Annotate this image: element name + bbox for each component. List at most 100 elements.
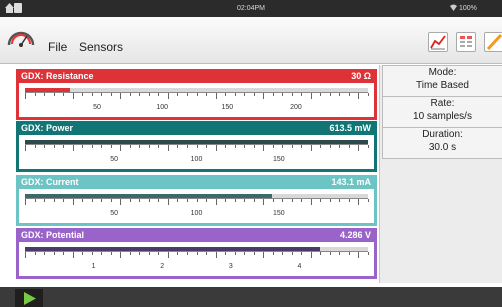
tick-label: 150	[221, 104, 234, 111]
scale-tick	[329, 199, 331, 202]
scale-tick	[358, 252, 360, 258]
scale-tick	[348, 93, 350, 96]
gauge-body: 50 100 150 200	[16, 83, 377, 120]
scale-tick	[82, 252, 84, 255]
scale-tick	[177, 93, 179, 96]
scale-tick	[225, 145, 227, 148]
scale-tick	[63, 252, 65, 255]
graph-view-button[interactable]	[428, 32, 448, 52]
scale-tick	[291, 145, 293, 148]
scale-tick	[177, 199, 179, 202]
scale-tick	[167, 252, 169, 258]
gauge-tick-labels: 50 100 150	[25, 210, 368, 220]
scale-tick	[196, 199, 198, 202]
home-icon[interactable]	[5, 3, 14, 13]
scale-tick	[72, 145, 74, 151]
scale-tick	[120, 199, 122, 205]
scale-tick	[339, 199, 341, 202]
scale-tick	[310, 145, 312, 151]
status-bar: 02:04PM 100%	[0, 0, 502, 17]
scale-tick	[320, 93, 322, 96]
gauge-name: GDX: Resistance	[21, 71, 94, 81]
scale-tick	[263, 252, 265, 258]
scale-tick	[272, 252, 274, 255]
tick-label: 1	[91, 263, 96, 270]
gauge-header: GDX: Resistance 30 Ω	[16, 69, 377, 83]
scale-tick	[348, 145, 350, 148]
scale-tick	[34, 199, 36, 202]
scale-tick	[177, 145, 179, 148]
scale-tick	[215, 93, 217, 99]
scale-tick	[320, 145, 322, 148]
scale-tick	[244, 93, 246, 96]
gauge-name: GDX: Current	[21, 177, 79, 187]
scale-tick	[253, 145, 255, 148]
scale-tick	[253, 93, 255, 96]
battery-indicator: 100%	[459, 5, 477, 12]
annotate-button[interactable]	[484, 32, 502, 52]
scale-tick	[339, 93, 341, 96]
scale-tick	[139, 93, 141, 96]
scale-tick	[215, 145, 217, 151]
scale-tick	[44, 93, 46, 96]
scale-tick	[206, 93, 208, 96]
pencil-icon	[486, 33, 502, 51]
scale-tick	[310, 252, 312, 258]
scale-tick	[91, 145, 93, 148]
scale-tick	[129, 199, 131, 202]
clock: 02:04PM	[237, 5, 266, 12]
scale-tick	[186, 93, 188, 96]
scale-tick	[272, 145, 274, 148]
scale-tick	[91, 93, 93, 96]
scale-tick	[206, 252, 208, 255]
scale-tick	[244, 145, 246, 148]
scale-tick	[368, 145, 369, 148]
collect-button[interactable]	[15, 289, 43, 307]
scale-tick	[148, 145, 150, 148]
scale-tick	[158, 145, 160, 148]
scale-tick	[234, 93, 236, 96]
table-view-button[interactable]	[456, 32, 476, 52]
scale-tick	[167, 199, 169, 205]
scale-tick	[167, 93, 169, 99]
scale-tick	[186, 199, 188, 202]
scale-tick	[225, 199, 227, 202]
meter-icon[interactable]	[7, 27, 35, 49]
scale-tick	[272, 93, 274, 96]
scale-tick	[120, 93, 122, 99]
scale-tick	[339, 252, 341, 255]
menu-sensors[interactable]: Sensors	[79, 40, 123, 54]
duration-setting[interactable]: Duration: 30.0 s	[382, 127, 502, 159]
scale-tick	[215, 199, 217, 205]
gauge-body: 1 2 3 4	[16, 242, 377, 279]
scale-tick	[329, 252, 331, 255]
gauge-current[interactable]: GDX: Current 143.1 mA 50 100 150	[16, 175, 377, 226]
gauge-body: 50 100 150	[16, 135, 377, 172]
scale-tick	[206, 145, 208, 148]
meter-panel: GDX: Resistance 30 Ω 50 100 150 200 GDX: Po…	[16, 65, 377, 283]
scale-tick	[53, 145, 55, 148]
scale-tick	[301, 252, 303, 255]
rate-setting[interactable]: Rate: 10 samples/s	[382, 96, 502, 128]
gauge-name: GDX: Potential	[21, 230, 85, 240]
scale-tick	[110, 199, 112, 202]
scale-tick	[196, 145, 198, 148]
scale-tick	[310, 93, 312, 99]
scale-tick	[139, 145, 141, 148]
gauge-header: GDX: Potential 4.286 V	[16, 228, 377, 242]
scale-tick	[53, 93, 55, 96]
gauge-power[interactable]: GDX: Power 613.5 mW 50 100 150	[16, 121, 377, 172]
scale-tick	[82, 145, 84, 148]
menu-file[interactable]: File	[48, 40, 67, 54]
scale-tick	[129, 252, 131, 255]
scale-tick	[63, 93, 65, 96]
scale-tick	[272, 199, 274, 202]
mode-setting[interactable]: Mode: Time Based	[382, 65, 502, 97]
scale-tick	[368, 93, 369, 96]
gauge-resistance[interactable]: GDX: Resistance 30 Ω 50 100 150 200	[16, 69, 377, 120]
gauge-potential[interactable]: GDX: Potential 4.286 V 1 2 3 4	[16, 228, 377, 279]
scale-tick	[120, 145, 122, 151]
scale-tick	[139, 199, 141, 202]
scale-tick	[82, 199, 84, 202]
scale-tick	[148, 199, 150, 202]
